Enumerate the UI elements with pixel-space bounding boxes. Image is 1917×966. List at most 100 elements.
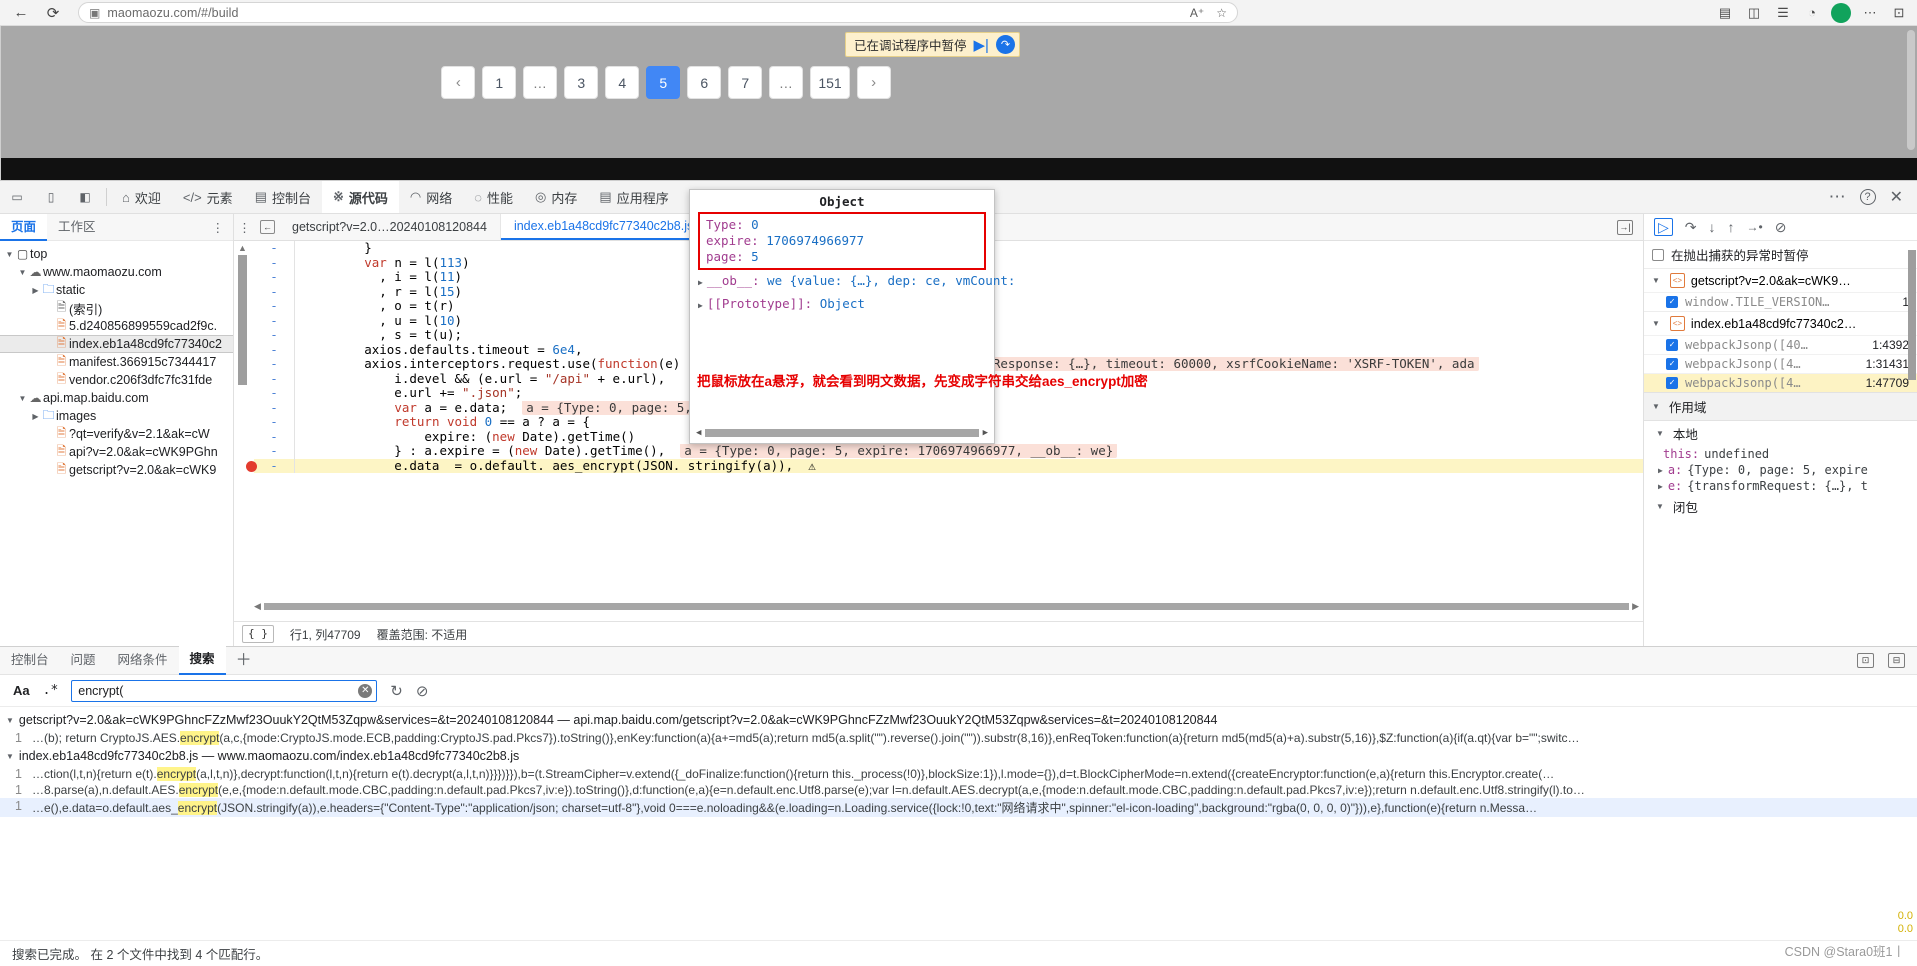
hscroll-right-icon[interactable]: ▶: [1632, 601, 1639, 612]
line-gutter[interactable]: -: [254, 327, 294, 343]
hscroll-thumb[interactable]: [263, 603, 1630, 610]
scope-twisty-icon[interactable]: ▶: [1658, 482, 1663, 491]
breakpoint-item[interactable]: ✓ webpackJsonp([4… 1:31431: [1644, 354, 1917, 373]
pagination-page-6[interactable]: 6: [687, 66, 722, 99]
expand-twisty-icon[interactable]: ▶: [698, 278, 703, 287]
tab-控制台[interactable]: ▤ 控制台: [244, 181, 322, 213]
scope-variable[interactable]: this: undefined: [1644, 446, 1917, 462]
group-twisty-icon[interactable]: ▼: [1652, 319, 1660, 328]
deactivate-breakpoints-button[interactable]: ⊘: [1775, 219, 1787, 236]
translate-icon[interactable]: A⁺: [1190, 6, 1204, 20]
debugger-scrollbar[interactable]: [1908, 250, 1916, 380]
navigator-tab-工作区[interactable]: 工作区: [47, 214, 107, 241]
line-gutter[interactable]: -: [254, 255, 294, 271]
group-twisty-icon[interactable]: ▼: [1652, 276, 1660, 285]
match-case-icon[interactable]: Aa: [13, 683, 30, 698]
breakpoint-checkbox[interactable]: ✓: [1666, 296, 1678, 308]
pagination-prev[interactable]: ‹: [441, 66, 476, 99]
scope-local-row[interactable]: ▼ 本地: [1644, 421, 1917, 446]
expand-twisty-icon[interactable]: ▶: [698, 301, 703, 310]
breakpoint-checkbox[interactable]: ✓: [1666, 339, 1678, 351]
search-result-line[interactable]: 1 …e(),e.data=o.default.aes_encrypt(JSON.…: [0, 798, 1917, 817]
clear-search-icon[interactable]: ✕: [358, 683, 373, 698]
tree-item[interactable]: 🗎 ?qt=verify&v=2.1&ak=cW: [0, 425, 233, 443]
pagination-page-4[interactable]: 4: [605, 66, 640, 99]
resume-button[interactable]: ▷: [1654, 218, 1673, 236]
pagination-ellipsis[interactable]: …: [523, 66, 558, 99]
pause-on-caught-checkbox[interactable]: [1652, 248, 1664, 261]
tab-源代码[interactable]: ※ 源代码: [322, 181, 399, 213]
tab-性能[interactable]: ◌ 性能: [463, 181, 524, 213]
tree-twisty-icon[interactable]: ▼: [4, 250, 15, 259]
tab-网络[interactable]: ◠ 网络: [399, 181, 463, 213]
popover-scroll-right-icon[interactable]: ▶: [983, 428, 988, 438]
popover-proto-row[interactable]: ▶ __ob__: we {value: {…}, dep: ce, vmCoun…: [690, 270, 1015, 293]
inspect-element-icon[interactable]: ▭: [0, 181, 34, 213]
devtools-more-icon[interactable]: ⋯: [1829, 187, 1846, 207]
navigator-more-icon[interactable]: ⋮: [204, 220, 234, 235]
search-input[interactable]: [71, 679, 378, 702]
pretty-print-button[interactable]: { }: [242, 625, 274, 643]
line-gutter[interactable]: -: [254, 284, 294, 300]
drawer-panel-icon[interactable]: ⊟: [1888, 653, 1905, 668]
devtools-help-icon[interactable]: ?: [1859, 189, 1876, 205]
device-toolbar-icon[interactable]: ▯: [34, 181, 68, 213]
drawer-tab-网络条件[interactable]: 网络条件: [107, 647, 179, 674]
reload-icon[interactable]: ⟳: [40, 2, 66, 24]
editor-dock-icon[interactable]: →|: [1607, 214, 1643, 240]
breakpoint-group[interactable]: ▼ <> getscript?v=2.0&ak=cWK9…: [1644, 268, 1917, 292]
tree-item[interactable]: 🗎 index.eb1a48cd9fc77340c2: [0, 335, 233, 353]
tree-item[interactable]: ▶ 🗀 images: [0, 407, 233, 425]
drawer-tab-搜索[interactable]: 搜索: [178, 646, 226, 675]
regex-icon[interactable]: .*: [43, 683, 59, 698]
search-result-file[interactable]: ▼ getscript?v=2.0&ak=cWK9PGhncFZzMwf23Ouu…: [0, 710, 1917, 730]
code-line[interactable]: - } : a.expire = (new Date).getTime(), a…: [254, 443, 1643, 459]
editor-tab[interactable]: getscript?v=2.0…20240108120844: [279, 214, 501, 240]
window-controls-icon[interactable]: ⊡: [1889, 3, 1909, 23]
tree-item[interactable]: ▼ ☁ www.maomaozu.com: [0, 263, 233, 281]
breakpoint-item[interactable]: ✓ webpackJsonp([40… 1:4392: [1644, 335, 1917, 354]
tree-twisty-icon[interactable]: ▼: [17, 394, 28, 403]
breakpoint-icon[interactable]: [246, 460, 257, 472]
tab-应用程序[interactable]: ▤ 应用程序: [588, 181, 679, 213]
line-gutter[interactable]: -: [254, 356, 294, 372]
result-twisty-icon[interactable]: ▼: [6, 716, 14, 725]
breakpoint-item[interactable]: ✓ webpackJsonp([4… 1:47709: [1644, 373, 1917, 392]
tree-item[interactable]: 🗎 manifest.366915c7344417: [0, 353, 233, 371]
pagination-page-7[interactable]: 7: [728, 66, 763, 99]
scroll-up-icon[interactable]: ▲: [238, 243, 247, 253]
pagination-page-1[interactable]: 1: [482, 66, 517, 99]
browser-essentials-icon[interactable]: ☰: [1773, 3, 1793, 23]
tree-item[interactable]: ▶ 🗀 static: [0, 281, 233, 299]
drawer-dock-icon[interactable]: ⊡: [1857, 653, 1874, 668]
line-gutter[interactable]: -: [254, 385, 294, 401]
result-twisty-icon[interactable]: ▼: [6, 752, 14, 761]
pagination-next[interactable]: ›: [856, 66, 891, 99]
tree-item[interactable]: 🗎 (索引): [0, 299, 233, 317]
back-icon[interactable]: ←: [8, 2, 34, 24]
line-gutter[interactable]: -: [254, 342, 294, 358]
line-gutter[interactable]: -: [254, 298, 294, 314]
tab-欢迎[interactable]: ⌂ 欢迎: [111, 181, 172, 213]
search-result-line[interactable]: 1 …8.parse(a),n.default.AES.encrypt(e,e,{…: [0, 782, 1917, 798]
scope-variable[interactable]: ▶ e: {transformRequest: {…}, t: [1644, 478, 1917, 494]
pagination-ellipsis[interactable]: …: [769, 66, 804, 99]
scope-twisty-icon[interactable]: ▼: [1652, 402, 1660, 411]
pagination-page-3[interactable]: 3: [564, 66, 599, 99]
search-result-file[interactable]: ▼ index.eb1a48cd9fc77340c2b8.js — www.mao…: [0, 746, 1917, 766]
editor-more-icon[interactable]: ⋮: [234, 214, 256, 240]
tree-item[interactable]: 🗎 getscript?v=2.0&ak=cWK9: [0, 461, 233, 479]
popover-hscrollbar[interactable]: ◀ ▶: [690, 428, 994, 443]
breakpoint-group[interactable]: ▼ <> index.eb1a48cd9fc77340c2…: [1644, 311, 1917, 335]
tab-内存[interactable]: ◎ 内存: [524, 181, 588, 213]
line-gutter[interactable]: -: [254, 269, 294, 285]
devtools-close-icon[interactable]: ✕: [1890, 187, 1903, 207]
code-horizontal-scrollbar[interactable]: ◀ ▶: [254, 601, 1639, 612]
step-into-button[interactable]: ↓: [1709, 219, 1716, 235]
hscroll-left-icon[interactable]: ◀: [254, 601, 261, 612]
dock-panel-icon[interactable]: ◧: [68, 181, 102, 213]
search-result-line[interactable]: 1 …(b); return CryptoJS.AES.encrypt(a,c,{…: [0, 730, 1917, 746]
line-gutter[interactable]: -: [254, 241, 294, 256]
collections-icon[interactable]: ▤: [1715, 3, 1735, 23]
step-over-icon[interactable]: ↷: [995, 35, 1015, 54]
